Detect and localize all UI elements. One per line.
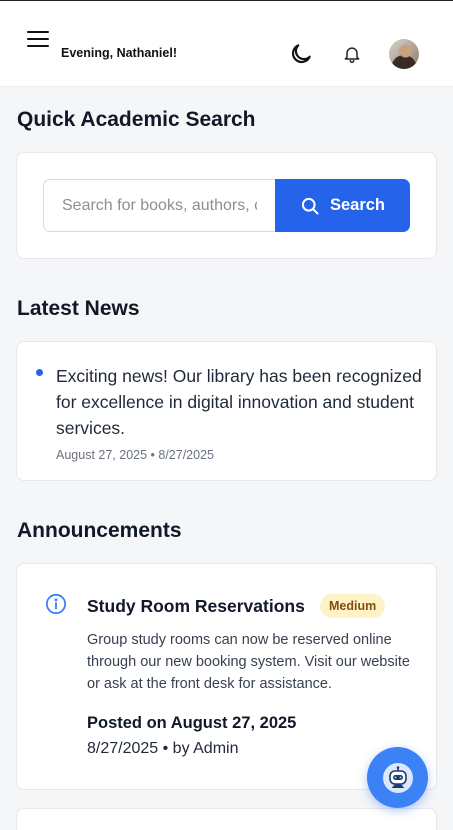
- user-avatar[interactable]: [389, 39, 419, 69]
- greeting-text: Evening, Nathaniel!: [61, 46, 177, 60]
- search-input[interactable]: [43, 179, 275, 232]
- chatbot-icon: [382, 762, 413, 793]
- announcement-card[interactable]: Study Room Reservations Medium Group stu…: [16, 563, 437, 790]
- announcement-card-next[interactable]: [16, 808, 437, 830]
- announcements-section-title: Announcements: [17, 519, 182, 542]
- search-button[interactable]: Search: [275, 179, 410, 232]
- search-section-title: Quick Academic Search: [17, 108, 256, 131]
- news-item-text: Exciting news! Our library has been reco…: [56, 366, 422, 438]
- announcement-body: Group study rooms can now be reserved on…: [87, 632, 410, 692]
- menu-icon[interactable]: [27, 31, 49, 49]
- announcement-posted: Posted on August 27, 2025: [87, 714, 297, 732]
- app-header: Evening, Nathaniel!: [0, 1, 453, 87]
- search-icon: [301, 197, 319, 214]
- bell-icon[interactable]: [342, 43, 362, 65]
- announcement-meta: 8/27/2025 • by Admin: [87, 740, 239, 757]
- priority-badge: Medium: [320, 594, 386, 618]
- search-card: Search: [16, 152, 437, 259]
- info-icon: [45, 593, 67, 615]
- news-section-title: Latest News: [17, 297, 140, 320]
- news-item-date: August 27, 2025 • 8/27/2025: [56, 448, 214, 462]
- announcement-title: Study Room Reservations: [87, 596, 305, 616]
- news-card[interactable]: Exciting news! Our library has been reco…: [16, 341, 437, 481]
- news-bullet: [36, 369, 43, 376]
- chat-assistant-button[interactable]: [367, 747, 428, 808]
- moon-icon[interactable]: [288, 41, 314, 67]
- search-button-label: Search: [329, 196, 386, 214]
